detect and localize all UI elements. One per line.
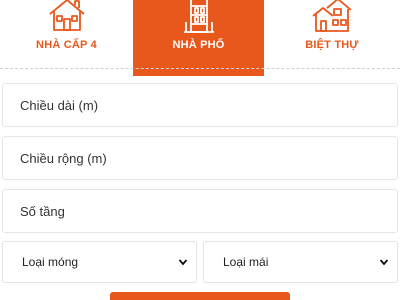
chevron-down-icon xyxy=(178,259,188,266)
roof-select-value: Loại mái xyxy=(223,255,269,269)
villa-icon xyxy=(312,0,352,32)
foundation-select-value: Loại móng xyxy=(22,255,79,269)
tab-biet-thu[interactable]: BIỆT THỰ xyxy=(264,0,400,68)
width-input[interactable]: Chiều rộng (m) xyxy=(2,136,398,180)
tabs-divider xyxy=(0,68,400,69)
roof-type-select[interactable]: Loại mái xyxy=(203,241,398,283)
tab-label: BIỆT THỰ xyxy=(305,39,359,51)
house-icon xyxy=(48,0,85,31)
length-placeholder: Chiều dài (m) xyxy=(20,97,99,113)
floors-placeholder: Số tầng xyxy=(20,203,65,219)
tab-nha-pho[interactable]: NHÀ PHỐ xyxy=(133,0,264,76)
width-placeholder: Chiều rộng (m) xyxy=(20,150,107,166)
submit-button[interactable] xyxy=(110,292,290,300)
chevron-down-icon xyxy=(379,259,389,266)
foundation-type-select[interactable]: Loại móng xyxy=(2,241,197,283)
townhouse-icon xyxy=(183,0,214,33)
tab-nha-cap-4[interactable]: NHÀ CẤP 4 xyxy=(0,0,133,68)
floors-input[interactable]: Số tầng xyxy=(2,189,398,233)
tab-label: NHÀ PHỐ xyxy=(172,39,225,51)
tab-label: NHÀ CẤP 4 xyxy=(36,39,97,51)
length-input[interactable]: Chiều dài (m) xyxy=(2,83,398,127)
house-type-tabs: NHÀ CẤP 4 NHÀ PHỐ BIỆT THỰ xyxy=(0,0,400,78)
